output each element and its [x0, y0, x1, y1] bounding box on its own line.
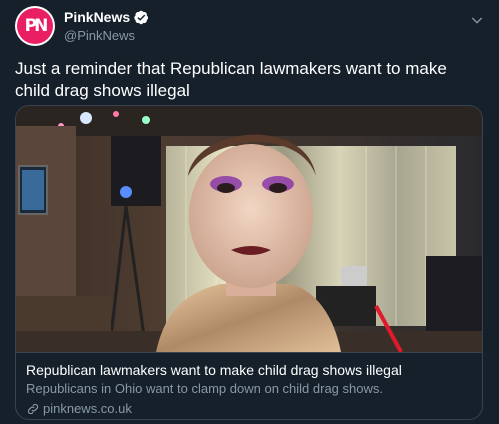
tweet-text: Just a reminder that Republican lawmaker…	[15, 59, 447, 100]
handle[interactable]: @PinkNews	[64, 28, 149, 43]
display-name-row: PinkNews	[64, 8, 149, 26]
verified-badge-icon	[134, 10, 149, 24]
pinknews-logo: PN	[17, 8, 53, 44]
card-domain[interactable]: pinknews.co.uk	[26, 400, 472, 418]
card-description: Republicans in Ohio want to clamp down o…	[26, 381, 383, 396]
tweet[interactable]: PN PinkNews @PinkNews Just a reminder th…	[0, 0, 499, 424]
card-thumbnail-image	[16, 106, 482, 352]
card-body: Republican lawmakers want to make child …	[16, 352, 482, 418]
card-domain-label: pinknews.co.uk	[43, 401, 132, 416]
avatar[interactable]: PN	[15, 6, 55, 46]
display-name[interactable]: PinkNews	[64, 9, 130, 25]
card-title[interactable]: Republican lawmakers want to make child …	[26, 361, 472, 379]
link-icon	[27, 403, 39, 415]
link-card[interactable]: Republican lawmakers want to make child …	[15, 105, 483, 420]
author-names: PinkNews @PinkNews	[64, 8, 149, 43]
chevron-down-icon[interactable]	[469, 12, 485, 28]
tweet-header: PN PinkNews @PinkNews	[15, 6, 489, 46]
